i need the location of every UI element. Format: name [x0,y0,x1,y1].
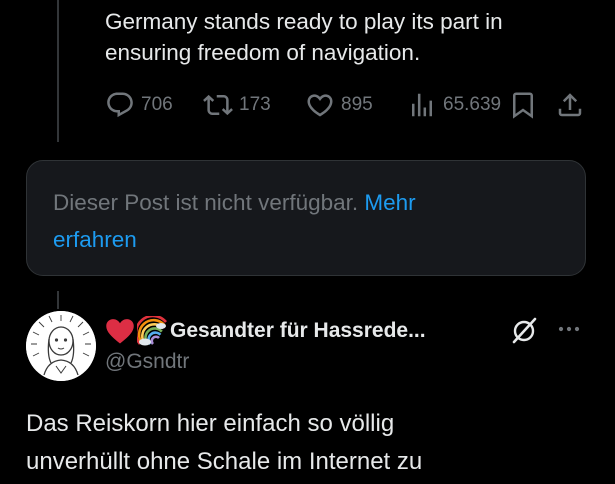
more-icon [558,326,580,332]
learn-more-link-part[interactable]: Mehr [364,190,415,215]
unavailable-post-notice: Dieser Post ist nicht verfügbar. Mehr erf… [26,160,586,276]
bookmark-icon [513,92,533,119]
repost-icon [203,94,233,116]
like-button[interactable]: 895 [305,88,373,122]
avatar[interactable] [26,311,96,381]
user-handle[interactable]: @Gsndtr [105,350,189,374]
red-heart-emoji-icon [106,319,134,344]
views-icon [412,93,432,117]
thread-connector-line [57,291,59,309]
share-icon [558,93,582,117]
rainbow-emoji-icon [137,316,167,346]
heart-icon [307,94,333,117]
thread-connector-line [57,0,59,142]
post-text-line: Germany stands ready to play its part in [105,9,503,34]
views-button[interactable]: 65.639 [407,88,501,122]
unavailable-text: Dieser Post ist nicht verfügbar. [53,190,359,215]
share-button[interactable] [555,88,585,122]
reply-count: 706 [141,94,173,115]
post-text-line: ensuring freedom of navigation. [105,40,421,65]
quoted-post-text: Germany stands ready to play its part in… [105,6,605,68]
grok-icon [512,317,537,344]
repost-count: 173 [239,94,271,115]
reply-button[interactable]: 706 [105,88,173,122]
grok-button[interactable] [509,316,539,351]
learn-more-link-part[interactable]: erfahren [53,227,137,252]
avatar-image [26,311,96,381]
reply-icon [107,92,133,118]
like-count: 895 [341,94,373,115]
post-action-bar: 706 173 895 65.639 [105,88,595,122]
reply-post-text: Das Reiskorn hier einfach so völlig unve… [26,405,606,481]
timeline: Germany stands ready to play its part in… [0,0,615,484]
author-row[interactable]: Gesandter für Hassrede... [105,316,426,346]
more-options-button[interactable] [556,322,582,341]
views-count: 65.639 [443,94,502,115]
post-text-line: unverhüllt ohne Schale im Internet zu [26,448,423,475]
bookmark-button[interactable] [508,88,538,122]
repost-button[interactable]: 173 [203,88,271,122]
display-name[interactable]: Gesandter für Hassrede... [170,319,426,343]
post-text-line: Das Reiskorn hier einfach so völlig [26,410,395,437]
